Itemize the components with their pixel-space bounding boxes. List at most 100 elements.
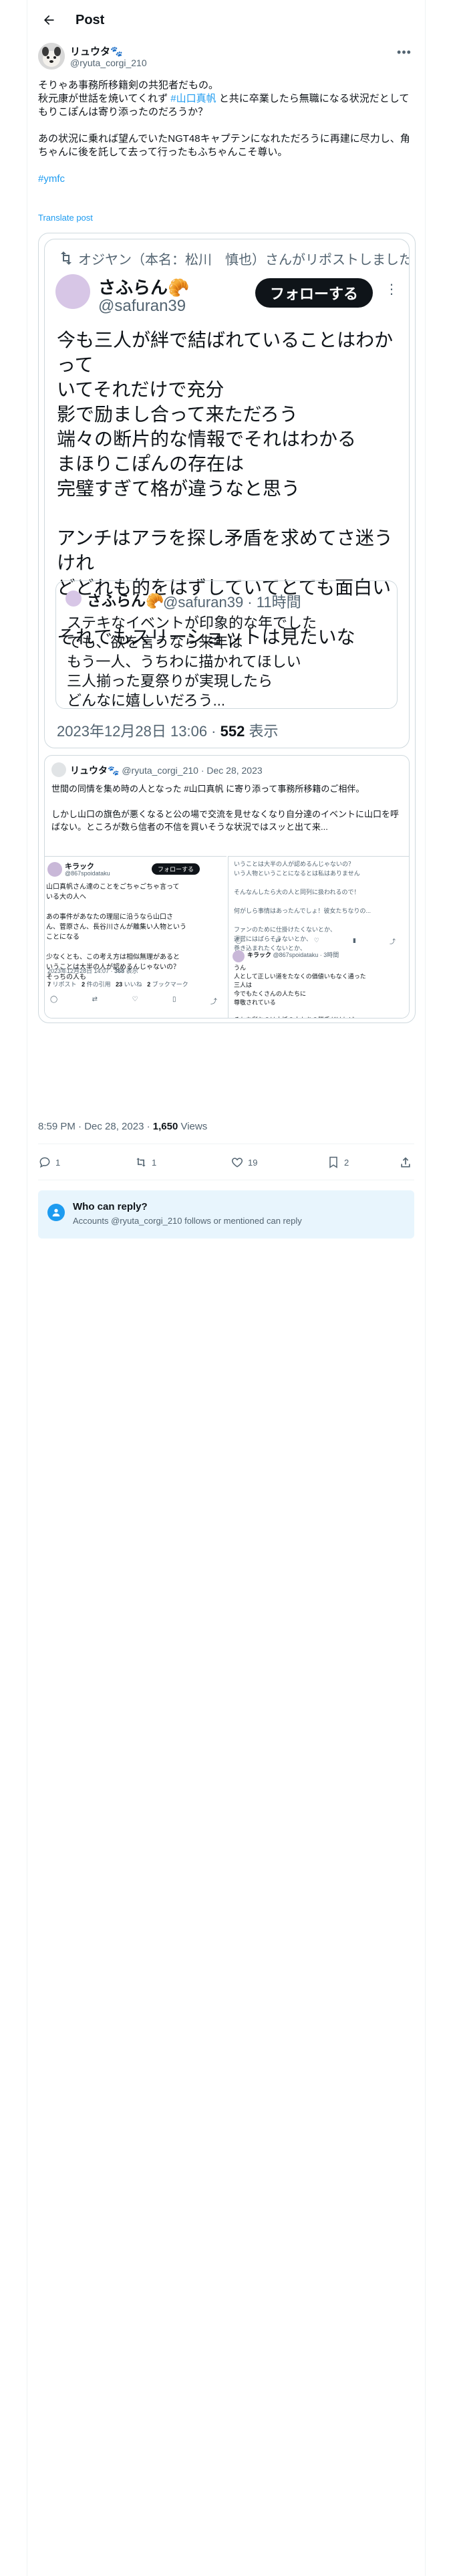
share-icon: ⤴	[389, 938, 396, 945]
post-body: そりゃあ事務所移籍剣の共犯者だもの。 秋元康が世話を焼いてくれず #山口真帆 と…	[38, 79, 414, 186]
attached-image[interactable]: オジヤン（本名：松川 慎也）さんがリポストしました さふらん🥐 @safuran…	[38, 233, 416, 1023]
reply-icon: ◯	[235, 937, 243, 944]
reply-author-handle: @867spoidataku · 3時間	[271, 952, 339, 958]
stat-label: いいね	[124, 981, 142, 988]
reply-icon: ◯	[50, 996, 58, 1003]
translate-post-link[interactable]: Translate post	[38, 213, 93, 223]
quoted-author-name: さふらん🥐	[87, 593, 164, 609]
views-label: 表示	[124, 968, 138, 974]
repost-icon: ⇄	[275, 937, 281, 944]
thread-header: リュウタ🐾 @ryuta_corgi_210 · Dec 28, 2023	[70, 764, 263, 777]
post-text-segment: 秋元康が世話を焼いてくれず	[38, 93, 171, 104]
quoted-author-handle: @safuran39 · 11時間	[163, 594, 301, 611]
post-spacer	[38, 159, 414, 173]
more-options-icon: ⋮	[385, 282, 398, 297]
embedded-thread-card: リュウタ🐾 @ryuta_corgi_210 · Dec 28, 2023 世間…	[44, 755, 410, 1018]
nested-reply-text: うん 人として正しい道をたなくの価値いもなく通った 三人は 今でもたくさんの人た…	[234, 964, 366, 1018]
embedded-post-card: オジヤン（本名：松川 慎也）さんがリポストしました さふらん🥐 @safuran…	[44, 239, 410, 748]
top-bar: Post	[27, 0, 425, 40]
reply-author-name: キラック	[247, 952, 272, 958]
quoted-post-text: ステキなイベントが印象的な年でした でも、欲を言うなら来年は もう一人、うちわに…	[67, 615, 317, 709]
nested-screenshot-right: いうことは大半の人が認めるんじゃないの？ いう人物ということになるとは私はありま…	[228, 856, 409, 1018]
views-label: Views	[178, 1121, 208, 1132]
nested-reply-author: キラック @867spoidataku · 3時間	[247, 950, 339, 959]
date-text: 2023年12月28日 14:07 ·	[47, 968, 115, 974]
views-count: 368	[114, 968, 125, 974]
repost-count: 1	[152, 1157, 157, 1168]
like-icon: ♡	[313, 937, 319, 944]
stat-number: 2	[82, 981, 86, 988]
hashtag-ymfc-link[interactable]: #ymfc	[38, 173, 414, 186]
stat-number: 23	[116, 981, 123, 988]
post-paragraph-2: あの状況に乗れば望んでいたNGT48キャプテンになれただろうに再建に尽力し、角ち…	[38, 133, 410, 158]
like-button[interactable]: 19	[231, 1156, 257, 1169]
post-timestamp[interactable]: 8:59 PM · Dec 28, 2023 ·	[38, 1121, 153, 1132]
stat-number: 2	[147, 981, 151, 988]
bookmark-icon: ▯	[172, 996, 176, 1003]
nested-actions: ◯ ⇄ ♡ ▮ ⤴	[235, 937, 396, 946]
stat-label: ブックマーク	[152, 981, 188, 988]
post-meta: 8:59 PM · Dec 28, 2023 · 1,650 Views	[38, 1121, 207, 1132]
back-button[interactable]	[37, 8, 61, 32]
reply-notice-subtitle: Accounts @ryuta_corgi_210 follows or men…	[73, 1216, 302, 1226]
reply-notice-title: Who can reply?	[73, 1201, 148, 1212]
views-count: 1,650	[152, 1121, 178, 1132]
repost-icon: ⇄	[92, 996, 98, 1003]
embedded-author-name: さふらん🥐	[98, 278, 190, 298]
stat-label: リポスト	[52, 981, 77, 988]
attached-image-content: オジヤン（本名：松川 慎也）さんがリポストしました さふらん🥐 @safuran…	[39, 233, 415, 1023]
avatar	[51, 762, 66, 777]
repost-button[interactable]: 1	[134, 1156, 156, 1169]
avatar	[55, 274, 90, 309]
avatar	[65, 591, 82, 607]
thread-author-name: リュウタ🐾	[70, 765, 120, 776]
hashtag-link[interactable]: #山口真帆	[170, 93, 216, 104]
post-line-1: そりゃあ事務所移籍剣の共犯者だもの。	[38, 80, 219, 91]
author-name[interactable]: リュウタ🐾	[70, 44, 123, 58]
avatar[interactable]	[38, 43, 65, 70]
reply-count: 1	[55, 1157, 61, 1168]
repost-line: オジヤン（本名：松川 慎也）さんがリポストしました	[78, 253, 410, 267]
avatar	[233, 950, 245, 962]
nested-post-stats: 7 リポスト 2 件の引用 23 いいね 2 ブックマーク	[47, 980, 188, 988]
nested-author-handle: @867spoidataku	[65, 870, 110, 877]
views-icon: ▮	[352, 937, 356, 944]
page-title: Post	[76, 12, 105, 27]
repost-icon	[61, 251, 71, 265]
like-icon: ♡	[132, 996, 138, 1003]
at-sign-icon	[47, 1204, 65, 1221]
thread-handle-date: @ryuta_corgi_210 · Dec 28, 2023	[122, 765, 263, 776]
like-count: 19	[248, 1157, 258, 1168]
stat-label: 件の引用	[86, 981, 111, 988]
post-author: リュウタ🐾 @ryuta_corgi_210 •••	[38, 43, 414, 72]
author-handle[interactable]: @ryuta_corgi_210	[70, 58, 147, 68]
nested-actions: ◯ ⇄ ♡ ▯ ⤴	[50, 996, 217, 1006]
heart-icon	[231, 1158, 243, 1168]
post-actions: 1 1 19 2	[38, 1152, 414, 1176]
bookmark-count: 2	[344, 1157, 349, 1168]
nested-post-date: 2023年12月28日 14:07 · 368 表示	[47, 966, 138, 975]
stat-number: 7	[47, 981, 51, 988]
share-icon	[401, 1157, 410, 1168]
post-spacer	[38, 119, 414, 132]
arrow-left-icon	[44, 15, 54, 25]
quoted-post: さふらん🥐 @safuran39 · 11時間 ステキなイベントが印象的な年でし…	[55, 580, 398, 709]
embedded-post-date: 2023年12月28日 13:06 · 552 表示	[57, 720, 278, 741]
repost-icon	[136, 1158, 146, 1167]
main-column: Post リュウタ🐾 @ryuta_corgi_210 ••• そりゃあ事務所移…	[27, 0, 426, 2576]
reply-button[interactable]: 1	[38, 1156, 60, 1169]
share-button[interactable]	[399, 1156, 416, 1169]
post-line-2: 秋元康が世話を焼いてくれず #山口真帆 と共に卒業したら無職になる状況だとしても…	[38, 92, 414, 119]
dog-avatar-icon	[38, 43, 65, 70]
nested-screenshot-left: キラック @867spoidataku フォローする 山口真帆さん達のことをごち…	[45, 856, 227, 1018]
share-icon: ⤴	[210, 998, 217, 1006]
reply-restriction-notice: Who can reply? Accounts @ryuta_corgi_210…	[38, 1190, 414, 1239]
bookmark-button[interactable]: 2	[327, 1156, 349, 1169]
more-options-icon[interactable]: •••	[394, 45, 414, 59]
date-text: 2023年12月28日 13:06 ·	[57, 723, 220, 740]
embedded-author-handle: @safuran39	[98, 297, 186, 315]
views-count: 552	[220, 723, 245, 740]
views-label: 表示	[245, 723, 279, 740]
avatar	[47, 862, 62, 877]
thread-text: 世間の同情を集め時の人となった #山口真帆 に寄り添って事務所移籍のご相伴。 し…	[51, 784, 400, 832]
